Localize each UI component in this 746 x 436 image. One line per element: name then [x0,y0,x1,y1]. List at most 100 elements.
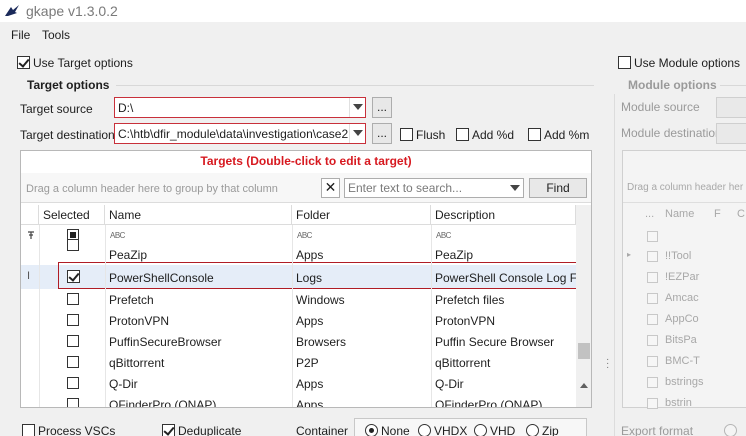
add-pct-m-label: Add %m [544,128,590,142]
row-folder: P2P [296,356,319,370]
target-options-divider [116,85,594,86]
module-row-checkbox[interactable] [647,377,658,388]
module-row-checkbox[interactable] [647,293,658,304]
row-description: qBittorrent [435,356,491,370]
vertical-scrollbar[interactable] [576,205,591,407]
row-select-checkbox[interactable] [67,398,79,407]
window-title: gkape v1.3.0.2 [26,3,118,19]
row-name: QFinderPro (QNAP) [109,398,217,408]
splitter-grip-icon[interactable]: · · · [606,355,609,373]
search-input[interactable]: Enter text to search... [344,178,524,198]
module-destination-combo[interactable] [716,123,746,144]
row-name: PuffinSecureBrowser [109,335,222,349]
chevron-down-icon[interactable] [349,98,365,117]
scrollbar-thumb[interactable] [578,343,590,359]
use-module-options-label: Use Module options [634,56,741,70]
clear-search-button[interactable]: ✕ [321,178,340,198]
module-row-name: AppCo [665,313,699,325]
add-pct-d-label: Add %d [472,128,515,142]
module-column-header-category[interactable]: C [737,208,745,220]
column-header-name[interactable]: Name [105,205,292,225]
module-column-header-name[interactable]: Name [665,208,694,220]
container-vhd-label: VHD [490,424,516,436]
row-select-checkbox[interactable] [67,377,79,389]
module-row-name: !!Tool [665,250,692,262]
module-group-hint: Drag a column header her [627,182,744,193]
container-vhd-radio[interactable] [474,424,487,436]
container-zip-radio[interactable] [526,424,539,436]
column-header-selected[interactable]: Selected [39,205,105,225]
export-format-radio[interactable] [724,424,737,436]
find-button[interactable]: Find [529,178,587,198]
module-row-checkbox[interactable] [647,398,658,409]
target-source-combo[interactable]: D:\ [114,97,366,118]
column-header-folder[interactable]: Folder [292,205,431,225]
scroll-up-icon[interactable] [580,383,588,388]
close-icon: ✕ [324,179,337,195]
process-vscs-checkbox[interactable] [22,424,35,436]
use-target-options-checkbox[interactable] [17,56,30,69]
row-select-checkbox[interactable] [67,314,79,326]
row-select-checkbox[interactable] [67,335,79,347]
container-vhdx-radio[interactable] [418,424,431,436]
module-group-panel[interactable]: Drag a column header her [623,173,746,203]
menu-file[interactable]: File [11,28,30,42]
column-divider [292,225,293,407]
module-row-checkbox[interactable] [647,272,658,283]
flush-checkbox[interactable] [400,128,413,141]
container-none-label: None [381,424,410,436]
row-select-checkbox[interactable] [67,356,79,368]
kape-logo-icon [5,5,19,16]
description-filter-icon[interactable]: ABC [436,231,451,240]
module-select-all-checkbox[interactable] [647,231,658,242]
module-column-header-folder[interactable]: F [714,208,721,220]
row-name: PeaZip [109,248,148,262]
row-folder: Apps [296,314,324,328]
module-row-checkbox[interactable] [647,314,658,325]
container-none-radio[interactable] [365,424,378,436]
row-description: PeaZip [435,248,474,262]
row-folder: Apps [296,377,324,391]
row-description: Prefetch files [435,293,505,307]
row-description: ProtonVPN [435,314,496,328]
module-destination-label: Module destination [621,126,722,140]
row-select-checkbox[interactable] [67,293,79,305]
module-source-combo[interactable] [716,97,746,118]
targets-grid-title: Targets (Double-click to edit a target) [200,154,412,168]
menu-tools[interactable]: Tools [42,28,70,42]
module-options-heading: Module options [628,78,717,92]
row-select-checkbox[interactable] [67,239,79,251]
column-divider [105,225,106,407]
add-pct-d-checkbox[interactable] [456,128,469,141]
group-hint-text: Drag a column header here to group by th… [26,183,278,195]
module-row-checkbox[interactable] [647,335,658,346]
module-row-checkbox[interactable] [647,356,658,367]
module-source-label: Module source [621,100,700,114]
row-folder: Apps [296,398,324,408]
targets-grid: Targets (Double-click to edit a target) … [20,150,592,408]
menu-bar: File Tools [0,24,746,46]
target-destination-combo[interactable]: C:\htb\dfir_module\data\investigation\ca… [114,123,366,144]
name-filter-icon[interactable]: ABC [110,231,125,240]
row-folder: Windows [296,293,345,307]
chevron-down-icon[interactable] [507,179,523,197]
deduplicate-checkbox[interactable] [162,424,175,436]
module-column-header-selected[interactable]: ... [645,208,654,220]
folder-filter-icon[interactable]: ABC [297,231,312,240]
search-placeholder: Enter text to search... [348,181,463,195]
column-divider [39,225,40,407]
module-row-name: Amcac [665,292,699,304]
container-zip-label: Zip [542,424,559,436]
column-header-description[interactable]: Description [431,205,576,225]
row-folder: Browsers [296,335,347,349]
use-module-options-checkbox[interactable] [618,56,631,69]
modules-grid: Drag a column header her ... Name F C ▸ … [622,150,746,409]
text-cursor-icon: I [27,270,31,282]
use-target-options-label: Use Target options [33,56,133,70]
module-row-checkbox[interactable] [647,251,658,262]
target-destination-browse-button[interactable]: ... [372,123,392,144]
add-pct-m-checkbox[interactable] [528,128,541,141]
target-source-browse-button[interactable]: ... [372,97,392,118]
target-destination-value: C:\htb\dfir_module\data\investigation\ca… [118,127,349,141]
chevron-down-icon[interactable] [349,124,365,143]
